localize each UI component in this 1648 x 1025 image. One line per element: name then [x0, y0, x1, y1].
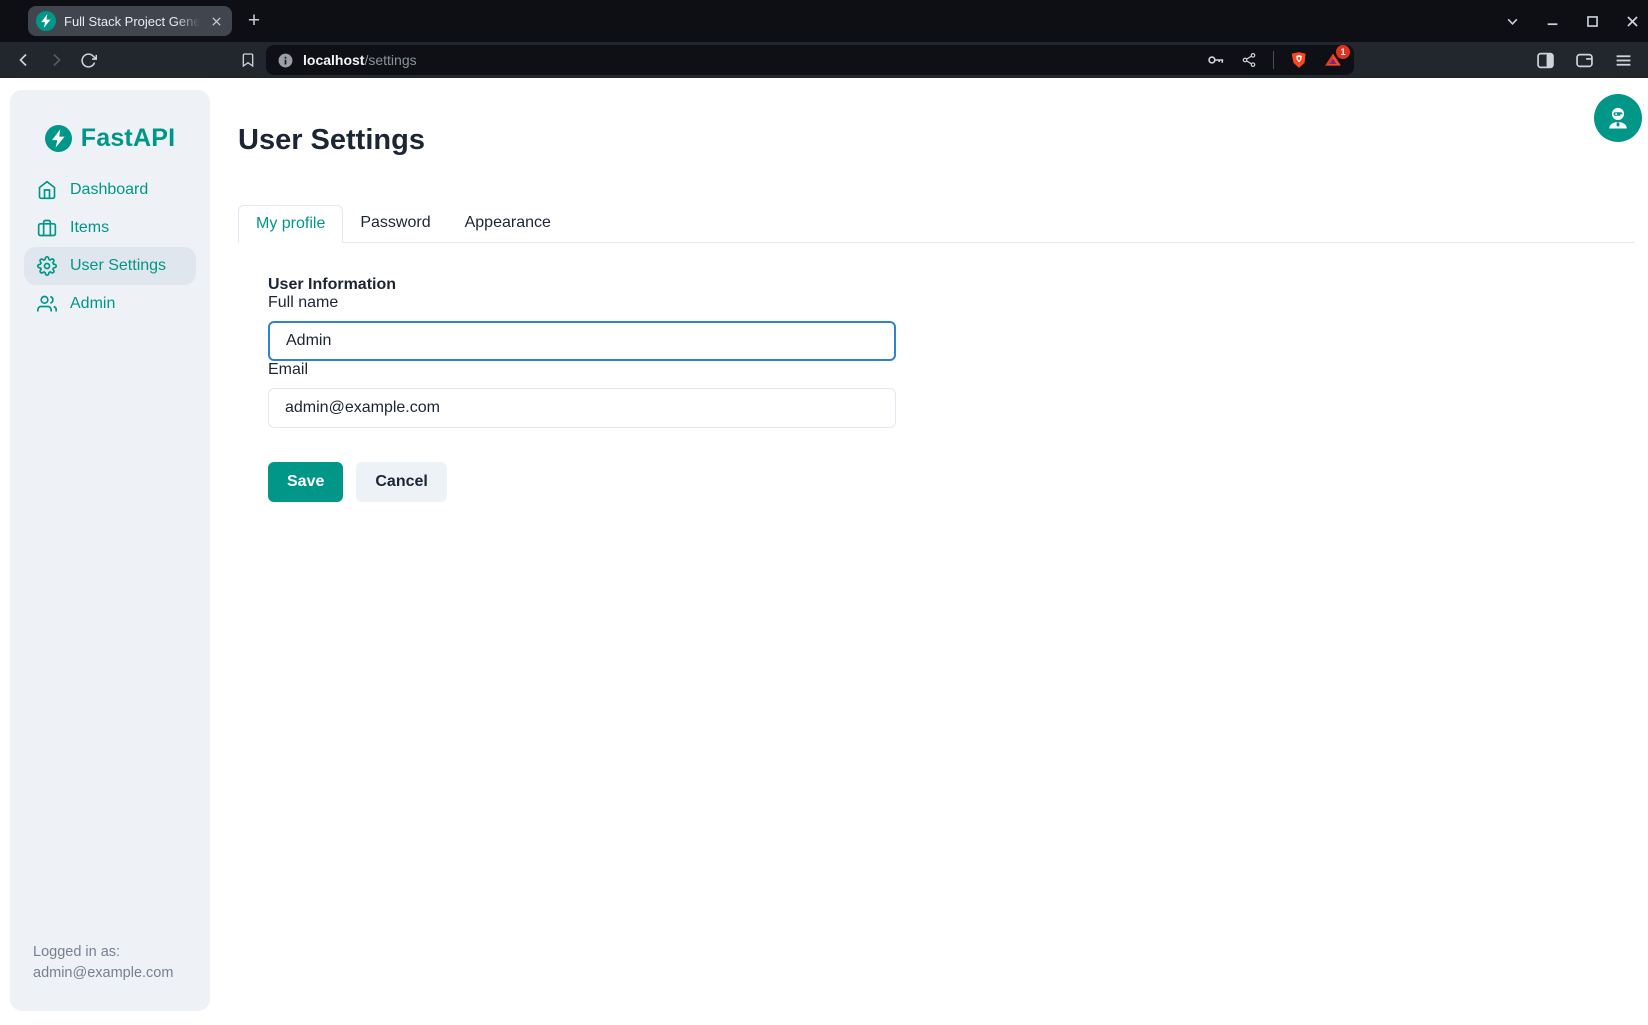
sidebar-nav: Dashboard Items User Settings: [10, 171, 210, 323]
cancel-button[interactable]: Cancel: [356, 462, 446, 502]
app-page: FastAPI Dashboard Items: [0, 78, 1648, 1025]
key-icon[interactable]: [1207, 52, 1225, 68]
share-icon[interactable]: [1241, 52, 1257, 68]
toolbar-divider: [1273, 51, 1274, 69]
brave-rewards-icon[interactable]: 1: [1324, 51, 1342, 69]
logged-in-info: Logged in as: admin@example.com: [10, 942, 210, 1012]
page-title: User Settings: [238, 124, 1634, 157]
menu-icon[interactable]: [1615, 52, 1632, 69]
url-host: localhost: [303, 52, 364, 68]
browser-toolbar: localhost/settings: [0, 42, 1648, 78]
sidebar-panel-icon[interactable]: [1537, 52, 1554, 69]
browser-tab[interactable]: Full Stack Project Genera: [28, 6, 232, 36]
sidebar-item-user-settings[interactable]: User Settings: [24, 247, 196, 285]
tab-title: Full Stack Project Genera: [64, 14, 200, 29]
tab-appearance[interactable]: Appearance: [448, 205, 568, 242]
browser-titlebar: Full Stack Project Genera +: [0, 0, 1648, 42]
home-icon: [37, 180, 57, 200]
full-name-label: Full name: [268, 294, 338, 311]
reload-icon[interactable]: [76, 48, 100, 72]
sidebar-item-items[interactable]: Items: [24, 209, 196, 247]
users-icon: [37, 294, 57, 314]
briefcase-icon: [37, 218, 57, 238]
profile-panel: User Information Full name Email Save Ca…: [238, 276, 1634, 502]
gear-icon: [37, 256, 57, 276]
maximize-icon[interactable]: [1584, 13, 1600, 29]
bookmark-icon[interactable]: [240, 52, 256, 68]
window-controls: [1504, 0, 1640, 42]
new-tab-button[interactable]: +: [242, 9, 266, 33]
url-path: /settings: [364, 52, 416, 68]
fastapi-logo: FastAPI: [45, 124, 175, 153]
form-actions: Save Cancel: [268, 462, 1634, 502]
url-text: localhost/settings: [303, 52, 417, 68]
section-title: User Information: [268, 276, 1634, 294]
site-info-icon[interactable]: [278, 53, 293, 68]
sidebar-item-label: User Settings: [70, 257, 166, 275]
sidebar-item-dashboard[interactable]: Dashboard: [24, 171, 196, 209]
full-name-input[interactable]: [268, 321, 896, 361]
logo-text: FastAPI: [81, 124, 175, 153]
sidebar-item-label: Items: [70, 219, 109, 237]
sidebar-item-admin[interactable]: Admin: [24, 285, 196, 323]
tab-my-profile[interactable]: My profile: [238, 205, 343, 243]
back-icon[interactable]: [12, 48, 36, 72]
tab-password[interactable]: Password: [343, 205, 447, 242]
sidebar: FastAPI Dashboard Items: [10, 90, 210, 1011]
fastapi-favicon-icon: [36, 11, 56, 31]
fastapi-lightning-icon: [45, 125, 72, 152]
close-icon[interactable]: [1624, 13, 1640, 29]
sidebar-item-label: Admin: [70, 295, 115, 313]
save-button[interactable]: Save: [268, 462, 343, 502]
email-input[interactable]: [268, 388, 896, 428]
wallet-icon[interactable]: [1576, 52, 1593, 69]
url-bar[interactable]: localhost/settings: [266, 45, 1354, 75]
settings-tabs: My profile Password Appearance: [238, 205, 1634, 243]
main-content: User Settings My profile Password Appear…: [238, 78, 1634, 502]
toolbar-right-actions: [1537, 52, 1636, 69]
forward-icon[interactable]: [44, 48, 68, 72]
sidebar-item-label: Dashboard: [70, 181, 148, 199]
logged-in-label: Logged in as:: [33, 942, 187, 964]
browser-window: Full Stack Project Genera +: [0, 0, 1648, 1025]
minimize-icon[interactable]: [1544, 13, 1560, 29]
rewards-badge: 1: [1336, 45, 1350, 59]
chevron-down-icon[interactable]: [1504, 13, 1520, 29]
email-label: Email: [268, 361, 308, 378]
brave-shield-icon[interactable]: [1290, 51, 1308, 69]
logged-in-email: admin@example.com: [33, 963, 187, 985]
tab-close-icon[interactable]: [208, 13, 224, 29]
urlbar-actions: 1: [1207, 51, 1342, 69]
